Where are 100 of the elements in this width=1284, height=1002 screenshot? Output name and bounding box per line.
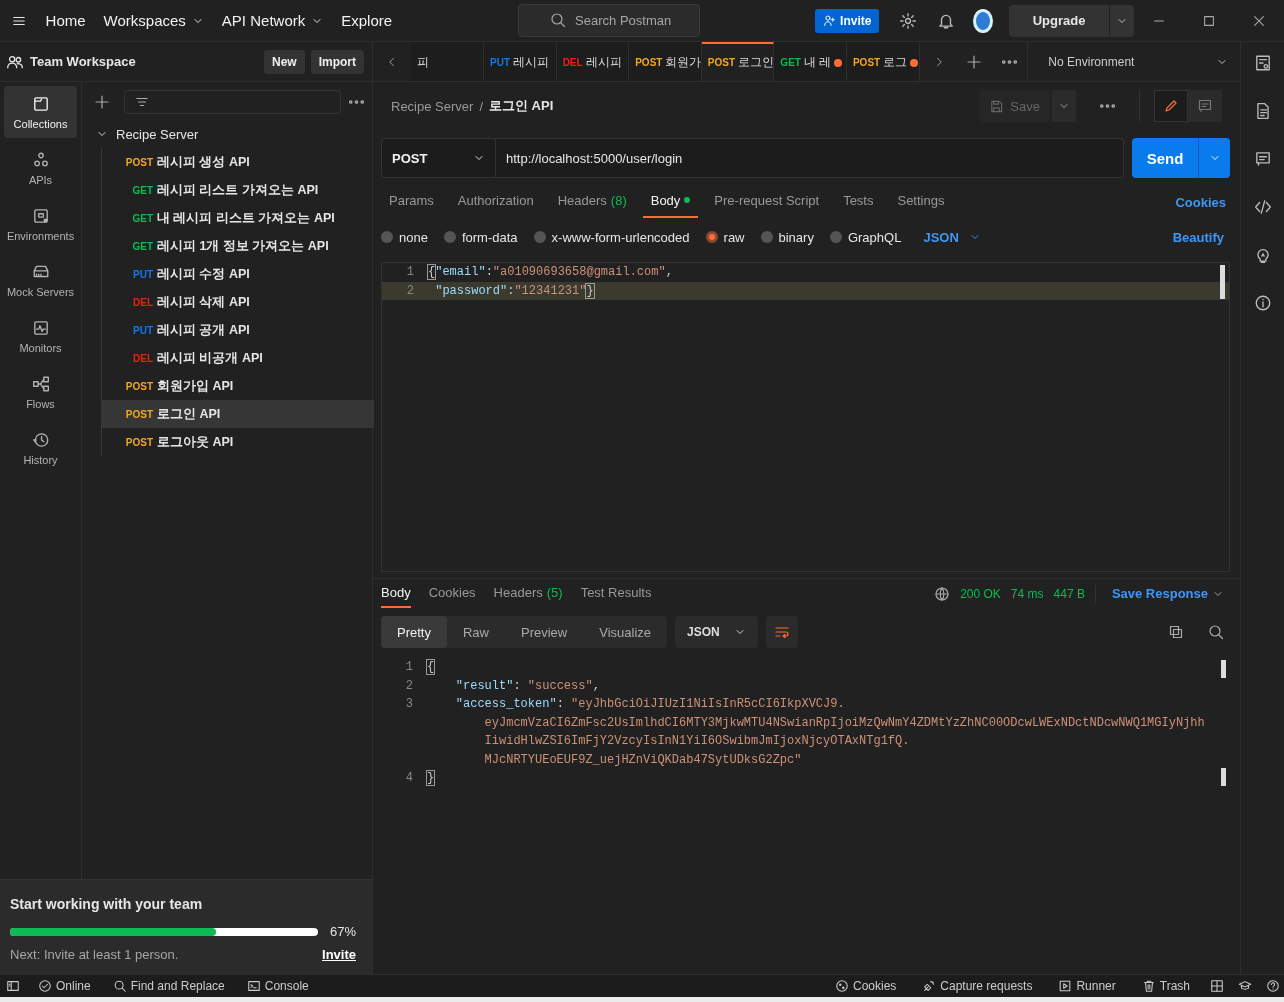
body-type-radio[interactable]: GraphQL — [829, 229, 902, 245]
request-item[interactable]: PUT 레시피 공개 API — [102, 316, 374, 344]
scrollbar-thumb[interactable] — [1221, 660, 1226, 678]
request-item[interactable]: POST 로그인 API — [102, 400, 374, 428]
body-type-radio[interactable]: binary — [760, 229, 814, 245]
plus-icon[interactable] — [94, 94, 110, 110]
method-label: POST — [124, 380, 153, 392]
collection-item[interactable]: Recipe Server — [82, 120, 374, 148]
response-tab[interactable]: Body — [381, 579, 411, 608]
sidebar-toggle-icon[interactable] — [6, 979, 20, 993]
edit-button[interactable] — [1154, 90, 1188, 122]
view-mode-tab[interactable]: Raw — [446, 616, 505, 648]
workspace-button[interactable]: New — [263, 49, 305, 74]
request-section-tab[interactable]: Authorization — [449, 186, 542, 218]
request-tab[interactable]: POST 로그인 — [701, 42, 775, 81]
rail-item[interactable]: APIs — [4, 142, 77, 194]
environment-selector[interactable]: No Environment — [1027, 42, 1240, 81]
rail-item[interactable]: Flows — [4, 366, 77, 418]
status-item[interactable]: Cookies — [829, 978, 903, 994]
request-tab[interactable]: DEL 레시피 — [556, 42, 630, 81]
request-section-tab[interactable]: Pre-request Script — [706, 186, 828, 218]
method-selector[interactable]: POST — [381, 138, 496, 178]
view-mode-tab[interactable]: Pretty — [381, 616, 447, 648]
request-item[interactable]: POST 레시피 생성 API — [102, 148, 374, 176]
comments-button[interactable] — [1188, 90, 1222, 122]
body-editor[interactable]: 1 {"email":"a01090693658@gmail.com", 2 "password":"12341231"} — [381, 262, 1230, 572]
request-item[interactable]: DEL 레시피 비공개 API — [102, 344, 374, 372]
code-icon[interactable] — [1253, 198, 1272, 216]
request-item[interactable]: PUT 레시피 수정 API — [102, 260, 374, 288]
request-tab[interactable]: PUT 레시피 — [484, 42, 557, 81]
request-tab[interactable]: POST 로그 — [846, 42, 920, 81]
nav-menu[interactable]: API Network — [215, 8, 330, 33]
settings-icon[interactable] — [899, 11, 918, 30]
view-mode-tab[interactable]: Visualize — [583, 616, 668, 648]
body-type-radio[interactable]: x-www-form-urlencoded — [533, 229, 690, 245]
scrollbar-thumb[interactable] — [1221, 768, 1226, 786]
copy-icon[interactable] — [1168, 624, 1184, 640]
nav-menu[interactable]: Workspaces — [97, 8, 210, 33]
view-mode-tab[interactable]: Preview — [505, 616, 584, 648]
line-number: 2 — [404, 678, 414, 693]
status-item[interactable]: Find and Replace — [106, 978, 231, 994]
response-tab[interactable]: Headers (5) — [493, 579, 563, 608]
wrap-button[interactable] — [765, 616, 798, 648]
invite-link[interactable]: Invite — [322, 947, 356, 962]
comment-icon[interactable] — [1253, 150, 1272, 168]
request-item[interactable]: GET 레시피 1개 정보 가져오는 API — [102, 232, 374, 260]
status-item[interactable]: Capture requests — [916, 978, 1039, 994]
response-tab[interactable]: Test Results — [580, 579, 652, 608]
more-icon[interactable] — [349, 100, 364, 104]
language-selector[interactable]: JSON — [917, 228, 987, 246]
grid-icon[interactable] — [1210, 979, 1224, 993]
request-section-tab[interactable]: Body — [642, 186, 699, 218]
maximize-icon[interactable] — [1202, 13, 1216, 28]
request-section-tab[interactable]: Headers (8) — [549, 186, 635, 218]
body-type-radio[interactable]: form-data — [443, 229, 518, 245]
cookies-link[interactable]: Cookies — [1169, 193, 1232, 211]
close-icon[interactable] — [1252, 13, 1266, 28]
avatar[interactable] — [973, 8, 993, 33]
rail-item[interactable]: Monitors — [4, 310, 77, 362]
graduation-cap-icon[interactable] — [1238, 979, 1252, 993]
format-selector[interactable]: JSON — [675, 616, 758, 648]
body-type-radio[interactable]: raw — [705, 229, 745, 245]
request-tab[interactable]: POST 회원가 — [629, 42, 702, 81]
rail-item[interactable]: Mock Servers — [4, 254, 77, 306]
workspace-title: Team Workspace — [30, 54, 137, 69]
status-item[interactable]: Runner — [1052, 978, 1122, 994]
request-section-tab[interactable]: Tests — [835, 186, 882, 218]
workspace-button[interactable]: Import — [310, 49, 364, 74]
request-item[interactable]: GET 레시피 리스트 가져오는 API — [102, 176, 374, 204]
search-icon[interactable] — [1208, 624, 1224, 640]
rail-item[interactable]: Collections — [4, 86, 77, 138]
request-item[interactable]: DEL 레시피 삭제 API — [102, 288, 374, 316]
help-icon[interactable] — [1266, 979, 1280, 993]
invite-button[interactable]: Invite — [815, 8, 880, 33]
request-item[interactable]: POST 회원가입 API — [102, 372, 374, 400]
status-item[interactable]: Console — [240, 978, 315, 994]
environment-eye-icon[interactable] — [1253, 54, 1272, 72]
status-item[interactable]: Online — [32, 978, 97, 994]
status-item[interactable]: Trash — [1135, 978, 1196, 994]
nav-menu[interactable]: Explore — [335, 8, 399, 33]
body-type-radio[interactable]: none — [381, 229, 428, 245]
nav-menu[interactable]: Home — [39, 8, 92, 33]
response-tab[interactable]: Cookies — [428, 579, 476, 608]
request-tab[interactable]: 피 — [411, 42, 485, 81]
more-icon[interactable] — [1100, 104, 1115, 108]
breadcrumb-link[interactable]: Recipe Server — [391, 98, 474, 114]
request-item[interactable]: POST 로그아웃 API — [102, 428, 374, 456]
scrollbar-thumb[interactable] — [1220, 265, 1225, 299]
request-tab[interactable]: GET 내 레 — [774, 42, 847, 81]
search-field[interactable]: Search Postman — [518, 4, 701, 37]
info-icon[interactable] — [1253, 294, 1272, 312]
beautify-link[interactable]: Beautify — [1166, 228, 1230, 246]
request-item[interactable]: GET 내 레시피 리스트 가져오는 API — [102, 204, 374, 232]
filter-field[interactable] — [124, 90, 341, 114]
save-response-button[interactable]: Save Response — [1105, 585, 1230, 602]
rail-item[interactable]: Environments — [4, 198, 77, 250]
request-section-tab[interactable]: Settings — [889, 186, 953, 218]
url-field[interactable]: http://localhost:5000/user/login — [496, 138, 1124, 178]
request-section-tab[interactable]: Params — [381, 186, 442, 218]
rail-item[interactable]: History — [4, 422, 77, 474]
